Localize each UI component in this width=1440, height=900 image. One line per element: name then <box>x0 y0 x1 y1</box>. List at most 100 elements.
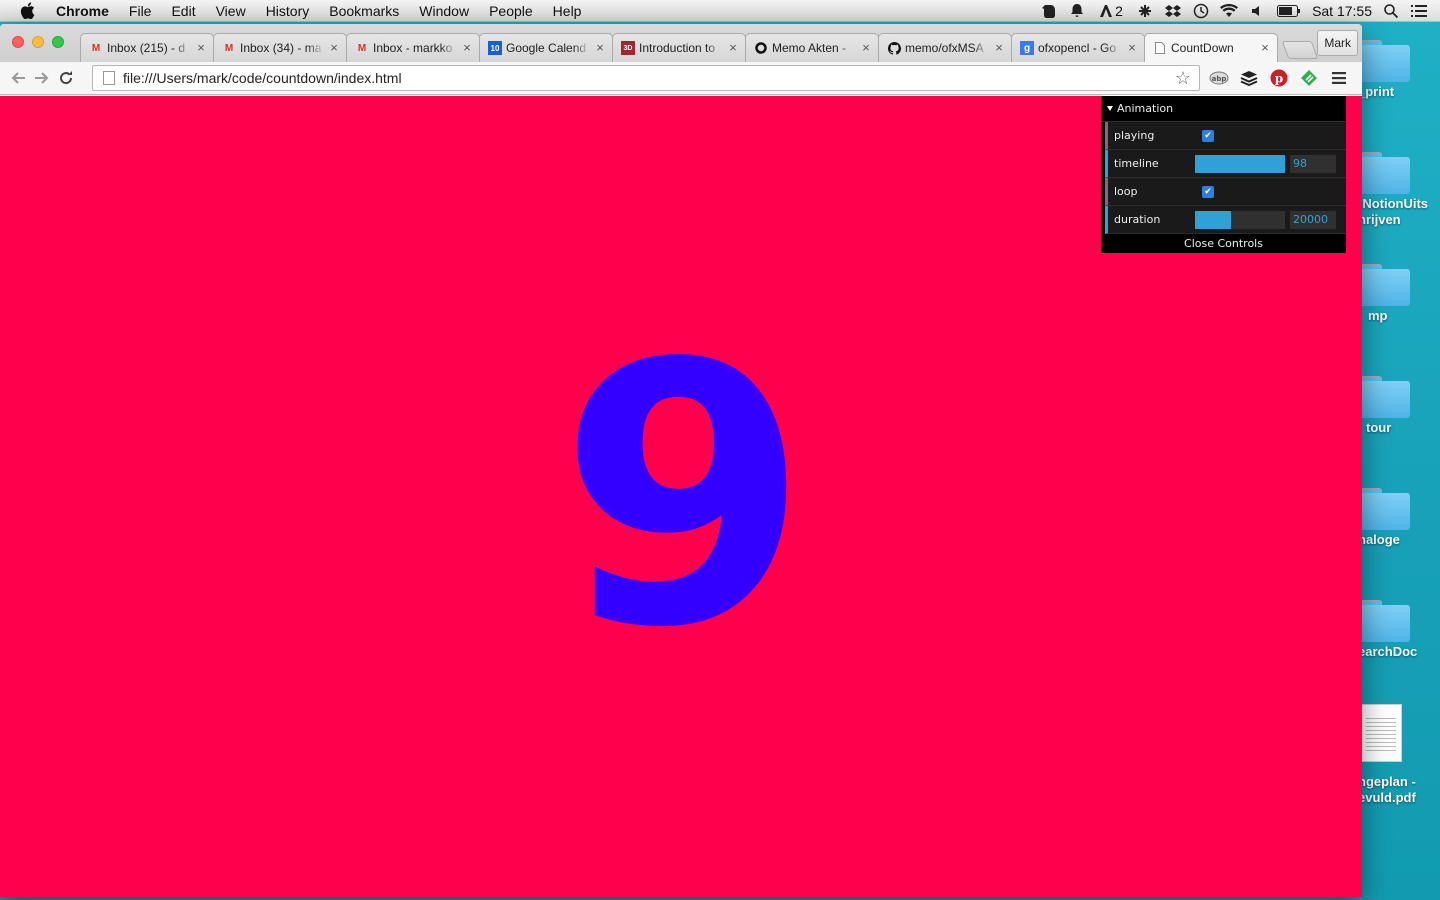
tabs: M Inbox (215) - d × M Inbox (34) - ma × … <box>80 33 1319 62</box>
window-minimize-button[interactable] <box>32 36 44 48</box>
desktop-item-label: _print <box>1358 84 1395 99</box>
folder-icon <box>1360 40 1410 82</box>
url-input[interactable] <box>123 70 1171 86</box>
menu-edit[interactable]: Edit <box>161 0 205 22</box>
control-playing: playing ✔ <box>1105 122 1346 150</box>
menu-view[interactable]: View <box>206 0 256 22</box>
folder-icon <box>1360 600 1410 642</box>
control-label: loop <box>1114 185 1138 198</box>
folder-title-label: Animation <box>1117 102 1174 115</box>
timeline-value-input[interactable]: 98 <box>1290 154 1336 173</box>
desktop-item-label: ngeplan - evuld.pdf <box>1358 774 1416 805</box>
tab-countdown[interactable]: CountDown × <box>1144 33 1278 62</box>
pinterest-extension-icon[interactable]: p <box>1268 67 1290 89</box>
playing-checkbox[interactable]: ✔ <box>1202 129 1214 142</box>
back-button[interactable] <box>6 66 30 90</box>
tab-title: CountDown <box>1171 41 1234 55</box>
tab-title: Inbox (215) - d <box>107 41 186 55</box>
duration-value-input[interactable]: 20000 <box>1290 210 1336 229</box>
controls-panel: Animation playing ✔ timeline 98 loop ✔ d… <box>1101 96 1346 253</box>
control-loop: loop ✔ <box>1105 178 1346 206</box>
new-tab-button[interactable] <box>1281 41 1319 59</box>
close-controls-button[interactable]: Close Controls <box>1101 234 1346 253</box>
gmail-icon: M <box>91 42 101 54</box>
desktop-file-pdf[interactable]: ngeplan - evuld.pdf <box>1358 704 1440 806</box>
folder-icon <box>1360 488 1410 530</box>
menu-help[interactable]: Help <box>543 0 592 22</box>
tab-gmail-3[interactable]: M Inbox - markko × <box>346 33 480 62</box>
tab-title: Inbox (34) - ma <box>240 41 322 55</box>
spotlight-search-icon[interactable] <box>1382 3 1400 19</box>
browser-window: M Inbox (215) - d × M Inbox (34) - ma × … <box>0 24 1362 897</box>
profile-button[interactable]: Mark <box>1317 30 1358 56</box>
duration-slider[interactable] <box>1195 210 1285 229</box>
desktop-folder-mp[interactable]: mp <box>1358 264 1440 324</box>
menubar-clock[interactable]: Sat 17:55 <box>1312 3 1372 19</box>
gmail-icon: M <box>357 42 367 54</box>
control-duration: duration 20000 <box>1105 206 1346 234</box>
tab-google-calendar[interactable]: 10 Google Calend × <box>479 33 613 62</box>
desktop-folder-searchdoc[interactable]: earchDoc <box>1358 600 1440 660</box>
desktop-folder-print[interactable]: _print <box>1358 40 1440 100</box>
tab-close-icon[interactable]: × <box>860 41 872 54</box>
tab-title: Google Calend <box>506 41 587 55</box>
abp-extension-icon[interactable]: abp <box>1208 67 1230 89</box>
window-maximize-button[interactable] <box>52 36 64 48</box>
tab-close-icon[interactable]: × <box>993 41 1005 54</box>
evernote-icon[interactable] <box>1040 3 1058 19</box>
menu-people[interactable]: People <box>479 0 543 22</box>
wifi-icon[interactable] <box>1220 3 1239 19</box>
tab-strip: M Inbox (215) - d × M Inbox (34) - ma × … <box>0 24 1362 62</box>
tab-close-icon[interactable]: × <box>594 41 606 54</box>
tab-close-icon[interactable]: × <box>461 41 473 54</box>
tab-close-icon[interactable]: × <box>727 41 739 54</box>
tab-title: Inbox - markko <box>373 41 453 55</box>
desktop-folder-tour[interactable]: tour <box>1358 376 1440 436</box>
tab-memo-akten[interactable]: Memo Akten - × <box>745 33 879 62</box>
menu-app-chrome[interactable]: Chrome <box>50 0 119 22</box>
timeline-slider[interactable] <box>1195 154 1285 173</box>
loop-checkbox[interactable]: ✔ <box>1202 185 1214 198</box>
menu-window[interactable]: Window <box>409 0 479 22</box>
google-icon: g <box>1020 41 1034 55</box>
tab-introduction[interactable]: 3D Introduction to × <box>612 33 746 62</box>
apple-icon[interactable] <box>18 2 36 20</box>
battery-icon[interactable] <box>1276 3 1302 19</box>
dropbox-icon[interactable] <box>1164 3 1182 19</box>
page-icon <box>103 71 115 85</box>
time-machine-icon[interactable] <box>1192 3 1210 19</box>
address-bar[interactable]: ☆ <box>92 65 1200 91</box>
share-icon[interactable] <box>1136 3 1154 19</box>
tab-close-icon[interactable]: × <box>328 41 340 54</box>
tab-gmail-1[interactable]: M Inbox (215) - d × <box>80 33 214 62</box>
notification-center-icon[interactable] <box>1410 3 1428 19</box>
menu-file[interactable]: File <box>119 0 162 22</box>
tab-gmail-2[interactable]: M Inbox (34) - ma × <box>213 33 347 62</box>
3d-site-icon: 3D <box>621 41 635 55</box>
tab-google-search[interactable]: g ofxopencl - Go × <box>1011 33 1145 62</box>
window-close-button[interactable] <box>12 36 24 48</box>
menu-bookmarks[interactable]: Bookmarks <box>319 0 409 22</box>
tab-close-icon[interactable]: × <box>1126 41 1138 54</box>
tab-title: Memo Akten - <box>772 41 847 55</box>
pdf-document-icon <box>1360 704 1402 762</box>
tab-close-icon[interactable]: × <box>1259 41 1271 54</box>
bookmark-star-icon[interactable]: ☆ <box>1171 68 1195 89</box>
menu-bar: Chrome File Edit View History Bookmarks … <box>0 0 1440 22</box>
desktop-folder-naloge[interactable]: naloge <box>1358 488 1440 548</box>
adobe-cc-icon[interactable]: 2 <box>1096 3 1126 19</box>
chrome-menu-icon[interactable] <box>1328 67 1350 89</box>
countdown-digit-text: 9 <box>558 287 810 706</box>
reload-button[interactable] <box>54 66 78 90</box>
tab-github-memo[interactable]: memo/ofxMSA × <box>878 33 1012 62</box>
feedly-extension-icon[interactable] <box>1298 67 1320 89</box>
notifications-bell-icon[interactable] <box>1068 3 1086 19</box>
desktop-folder-notion[interactable]: :NotionUits hrijven <box>1358 152 1440 228</box>
folder-animation[interactable]: Animation <box>1101 96 1346 122</box>
menu-history[interactable]: History <box>256 0 320 22</box>
tab-close-icon[interactable]: × <box>195 41 207 54</box>
control-label: timeline <box>1114 157 1159 170</box>
forward-button[interactable] <box>30 66 54 90</box>
volume-icon[interactable] <box>1248 3 1266 19</box>
buffer-extension-icon[interactable] <box>1238 67 1260 89</box>
